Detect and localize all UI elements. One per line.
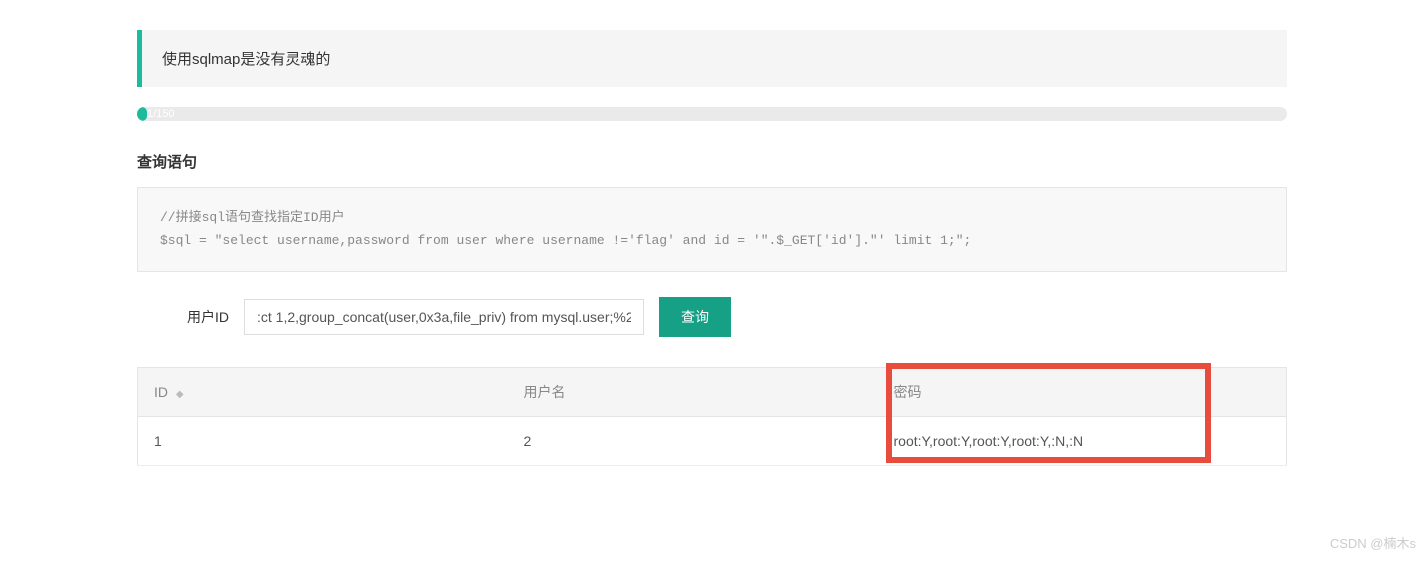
cell-username: 2 [508, 416, 878, 465]
section-title: 查询语句 [137, 151, 1287, 172]
query-form: 用户ID 查询 [137, 297, 1287, 337]
cell-password: root:Y,root:Y,root:Y,root:Y,:N,:N [878, 416, 1287, 465]
banner-quote: 使用sqlmap是没有灵魂的 [137, 30, 1287, 87]
table-header-password[interactable]: 密码 [878, 367, 1287, 416]
table-wrap: ID ◆ 用户名 密码 1 2 root:Y,root:Y,root:Y,roo… [137, 367, 1287, 466]
table-row: 1 2 root:Y,root:Y,root:Y,root:Y,:N,:N [138, 416, 1287, 465]
code-line: $sql = "select username,password from us… [160, 233, 971, 248]
table-header-username[interactable]: 用户名 [508, 367, 878, 416]
code-block: //拼接sql语句查找指定ID用户 $sql = "select usernam… [137, 187, 1287, 272]
user-id-input[interactable] [244, 299, 644, 335]
progress-text: 1/150 [147, 107, 175, 121]
watermark: CSDN @楠木s [1330, 533, 1416, 552]
table-header-id[interactable]: ID ◆ [138, 367, 508, 416]
form-label: 用户ID [187, 307, 229, 327]
banner-text: 使用sqlmap是没有灵魂的 [162, 51, 330, 68]
query-button[interactable]: 查询 [659, 297, 731, 337]
progress-bar: 1/150 [137, 107, 1287, 121]
sort-icon[interactable]: ◆ [176, 390, 184, 400]
progress-fill [137, 107, 147, 121]
table-header-row: ID ◆ 用户名 密码 [138, 367, 1287, 416]
cell-id: 1 [138, 416, 508, 465]
code-comment: //拼接sql语句查找指定ID用户 [160, 210, 345, 225]
results-table: ID ◆ 用户名 密码 1 2 root:Y,root:Y,root:Y,roo… [137, 367, 1287, 466]
